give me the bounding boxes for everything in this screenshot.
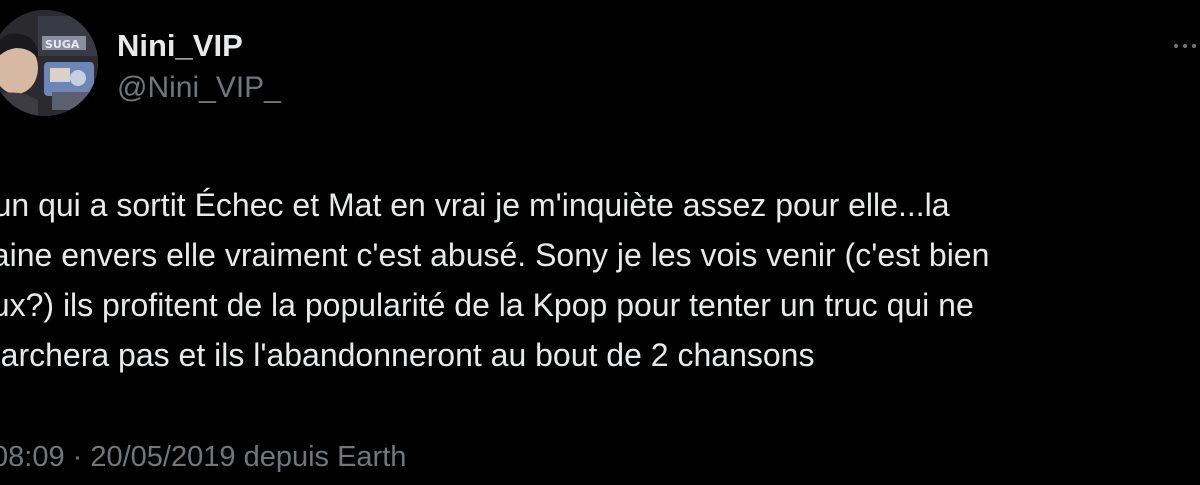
- user-handle[interactable]: @Nini_VIP_: [117, 70, 281, 106]
- more-options-button[interactable]: [1168, 34, 1200, 58]
- more-dot-2: [1183, 44, 1187, 48]
- svg-text:SUGA: SUGA: [45, 38, 80, 51]
- meta-separator: ·: [64, 441, 91, 473]
- tweet-text-line: eux?) ils profitent de la popularité de …: [0, 287, 974, 323]
- display-name[interactable]: Nini_VIP: [117, 28, 243, 64]
- tweet-text-line: Yun qui a sortit Échec et Mat en vrai je…: [0, 187, 950, 223]
- tweet-date[interactable]: 20/05/2019: [90, 441, 235, 473]
- tweet-source: depuis Earth: [235, 441, 407, 473]
- tweet-text-line: haine envers elle vraiment c'est abusé. …: [0, 237, 990, 273]
- avatar-photo-icon: SUGA: [0, 10, 98, 116]
- avatar[interactable]: SUGA: [0, 10, 98, 116]
- tweet-text: Yun qui a sortit Échec et Mat en vrai je…: [0, 180, 1194, 380]
- more-dot-3: [1192, 44, 1196, 48]
- tweet-metadata: 08:09 · 20/05/2019 depuis Earth: [0, 437, 406, 477]
- tweet-card: SUGA Nini_VIP @Nini_VIP_ Yun qui a sorti…: [0, 0, 1200, 485]
- tweet-text-line: marchera pas et ils l'abandonneront au b…: [0, 337, 815, 373]
- tweet-time[interactable]: 08:09: [0, 441, 65, 473]
- more-horizontal-icon: [1174, 44, 1178, 48]
